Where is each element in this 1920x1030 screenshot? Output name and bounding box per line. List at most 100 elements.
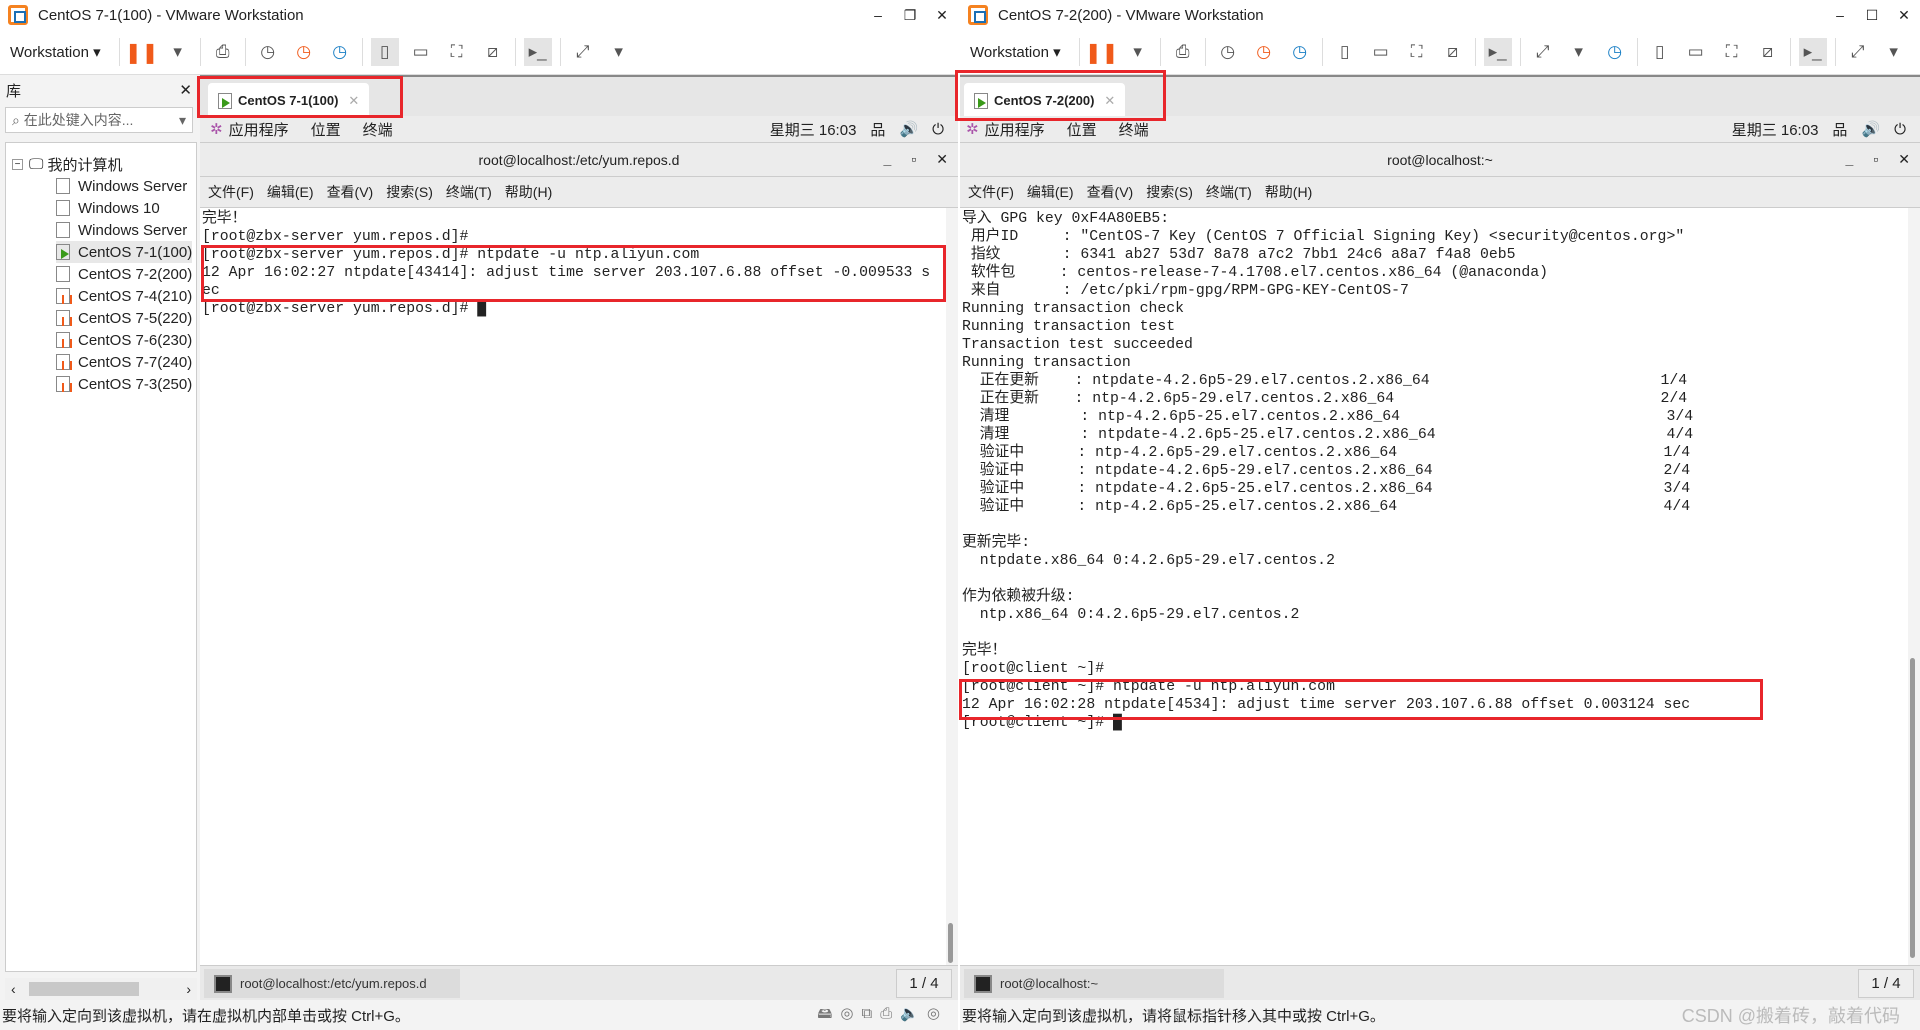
library-item[interactable]: CentOS 7-2(200) bbox=[56, 263, 192, 285]
scroll-thumb[interactable] bbox=[948, 923, 953, 963]
show-library-icon[interactable]: ▯ bbox=[370, 38, 399, 66]
terminal-menu-item[interactable]: 帮助(H) bbox=[505, 182, 552, 202]
taskbar-item[interactable]: root@localhost:~ bbox=[964, 969, 1224, 998]
terminal-menu-item[interactable]: 查看(V) bbox=[1087, 182, 1134, 202]
revert-snapshot-icon[interactable]: ◷ bbox=[290, 38, 318, 66]
snapshot-icon[interactable]: ◷ bbox=[1214, 38, 1242, 66]
send-ctrl-alt-del-icon[interactable]: ⎙ bbox=[209, 38, 237, 66]
scroll-left-icon[interactable]: ‹ bbox=[11, 981, 16, 997]
network-icon[interactable]: 品 bbox=[1832, 119, 1847, 140]
taskbar-item[interactable]: root@localhost:/etc/yum.repos.d bbox=[204, 969, 460, 998]
full-screen-icon[interactable]: ⛶ bbox=[1403, 38, 1431, 66]
volume-icon[interactable]: 🔊 bbox=[899, 120, 918, 138]
terminal-menu-item[interactable]: 搜索(S) bbox=[386, 182, 433, 202]
maximize-icon[interactable]: ▫ bbox=[911, 151, 916, 168]
terminal-menu-item[interactable]: 查看(V) bbox=[327, 182, 374, 202]
workstation-menu[interactable]: Workstation ▾ bbox=[10, 43, 101, 61]
library-item[interactable]: Windows Server bbox=[56, 219, 187, 241]
console-view-icon[interactable]: ▸_ bbox=[1483, 38, 1512, 66]
library-item[interactable]: CentOS 7-3(250) bbox=[56, 373, 192, 395]
snapshot-manager-icon[interactable]: ◷ bbox=[1601, 38, 1629, 66]
collapse-icon[interactable]: − bbox=[12, 158, 23, 170]
library-item[interactable]: CentOS 7-7(240) bbox=[56, 351, 192, 373]
terminal-output[interactable]: 完毕！ [root@zbx-server yum.repos.d]# [root@… bbox=[200, 208, 946, 965]
chevron-down-icon[interactable]: ▾ bbox=[1880, 38, 1908, 66]
terminal-scrollbar[interactable] bbox=[946, 208, 956, 965]
terminal-menu-item[interactable]: 搜索(S) bbox=[1146, 182, 1193, 202]
close-button[interactable]: ✕ bbox=[1888, 7, 1920, 24]
clock[interactable]: 星期三 16:03 bbox=[770, 119, 857, 140]
terminal-menu-item[interactable]: 终端(T) bbox=[1206, 182, 1252, 202]
show-library-icon[interactable]: ▯ bbox=[1331, 38, 1359, 66]
tab-centos-7-1[interactable]: CentOS 7-1(100) ✕ bbox=[208, 83, 370, 118]
chevron-down-icon[interactable]: ▾ bbox=[164, 38, 192, 66]
library-item[interactable]: Windows Server bbox=[56, 175, 187, 197]
snapshot-manager-icon[interactable]: ◷ bbox=[1286, 38, 1314, 66]
volume-icon[interactable]: 🔊 bbox=[1861, 120, 1880, 138]
terminal-menu-item[interactable]: 编辑(E) bbox=[267, 182, 314, 202]
tab-centos-7-2[interactable]: CentOS 7-2(200) ✕ bbox=[964, 83, 1126, 118]
scroll-right-icon[interactable]: › bbox=[186, 981, 191, 997]
close-icon[interactable]: ✕ bbox=[1898, 151, 1910, 168]
snapshot-manager-icon[interactable]: ◷ bbox=[326, 38, 354, 66]
stretch-icon[interactable]: ⤢ bbox=[569, 38, 597, 66]
horizontal-scrollbar[interactable]: ‹ › bbox=[5, 978, 197, 1000]
terminal-menu-item[interactable]: 终端(T) bbox=[446, 182, 492, 202]
chevron-down-icon[interactable]: ▾ bbox=[1124, 38, 1152, 66]
workspace-pager[interactable]: 1 / 4 bbox=[896, 969, 952, 998]
clock[interactable]: 星期三 16:03 bbox=[1732, 119, 1819, 140]
maximize-icon[interactable]: ▫ bbox=[1873, 151, 1878, 168]
unity-icon[interactable]: ⧄ bbox=[1439, 38, 1467, 66]
unity-icon[interactable]: ⧄ bbox=[1754, 38, 1782, 66]
power-icon[interactable]: ⏻ bbox=[1894, 121, 1906, 138]
library-item[interactable]: CentOS 7-6(230) bbox=[56, 329, 192, 351]
scroll-thumb[interactable] bbox=[1910, 658, 1915, 958]
chevron-down-icon[interactable]: ▾ bbox=[1565, 38, 1593, 66]
terminal-menu-item[interactable]: 编辑(E) bbox=[1027, 182, 1074, 202]
stretch-icon[interactable]: ⤢ bbox=[1529, 38, 1557, 66]
terminal-scrollbar[interactable] bbox=[1908, 208, 1918, 965]
terminal-menu-item[interactable]: 帮助(H) bbox=[1265, 182, 1312, 202]
close-library-icon[interactable]: ✕ bbox=[179, 81, 192, 99]
terminal-menu[interactable]: 终端 bbox=[363, 119, 393, 140]
full-screen-icon[interactable]: ⛶ bbox=[1718, 38, 1746, 66]
device-icons[interactable]: 🖴◎⧉⎙🔈◎ bbox=[817, 1003, 948, 1028]
console-view-icon[interactable]: ▸_ bbox=[523, 38, 552, 66]
minimize-button[interactable]: – bbox=[862, 7, 894, 23]
send-ctrl-alt-del-icon[interactable]: ⎙ bbox=[1169, 38, 1197, 66]
library-item[interactable]: CentOS 7-1(100) bbox=[56, 241, 193, 263]
thumbnail-bar-icon[interactable]: ▭ bbox=[407, 38, 435, 66]
scroll-thumb[interactable] bbox=[29, 982, 139, 996]
power-icon[interactable]: ⏻ bbox=[932, 121, 944, 138]
workstation-menu[interactable]: Workstation ▾ bbox=[970, 43, 1061, 61]
workspace-pager[interactable]: 1 / 4 bbox=[1858, 969, 1914, 998]
terminal-menu[interactable]: 终端 bbox=[1119, 119, 1149, 140]
snapshot-icon[interactable]: ◷ bbox=[254, 38, 282, 66]
chevron-down-icon[interactable]: ▾ bbox=[179, 112, 186, 129]
tree-root[interactable]: − 🖵 我的计算机 bbox=[12, 153, 122, 175]
library-item[interactable]: CentOS 7-4(210) bbox=[56, 285, 192, 307]
show-library-icon[interactable]: ▯ bbox=[1646, 38, 1674, 66]
close-button[interactable]: ✕ bbox=[926, 7, 958, 24]
unity-icon[interactable]: ⧄ bbox=[479, 38, 507, 66]
network-icon[interactable]: 品 bbox=[870, 119, 885, 140]
pause-icon[interactable]: ❚❚ bbox=[125, 38, 159, 66]
library-item[interactable]: Windows 10 bbox=[56, 197, 160, 219]
stretch-icon[interactable]: ⤢ bbox=[1844, 38, 1872, 66]
library-item[interactable]: CentOS 7-5(220) bbox=[56, 307, 192, 329]
maximize-button[interactable]: ☐ bbox=[1856, 7, 1888, 24]
minimize-icon[interactable]: _ bbox=[884, 151, 892, 168]
terminal-menu-item[interactable]: 文件(F) bbox=[968, 182, 1014, 202]
applications-menu[interactable]: 应用程序 bbox=[229, 119, 289, 140]
places-menu[interactable]: 位置 bbox=[1067, 119, 1097, 140]
library-search-input[interactable]: ⌕ 在此处键入内容... ▾ bbox=[5, 107, 193, 133]
places-menu[interactable]: 位置 bbox=[311, 119, 341, 140]
revert-snapshot-icon[interactable]: ◷ bbox=[1250, 38, 1278, 66]
console-view-icon[interactable]: ▸_ bbox=[1798, 38, 1827, 66]
close-icon[interactable]: ✕ bbox=[936, 151, 948, 168]
thumbnail-bar-icon[interactable]: ▭ bbox=[1367, 38, 1395, 66]
applications-menu[interactable]: 应用程序 bbox=[985, 119, 1045, 140]
full-screen-icon[interactable]: ⛶ bbox=[443, 38, 471, 66]
thumbnail-bar-icon[interactable]: ▭ bbox=[1682, 38, 1710, 66]
minimize-button[interactable]: – bbox=[1824, 7, 1856, 23]
